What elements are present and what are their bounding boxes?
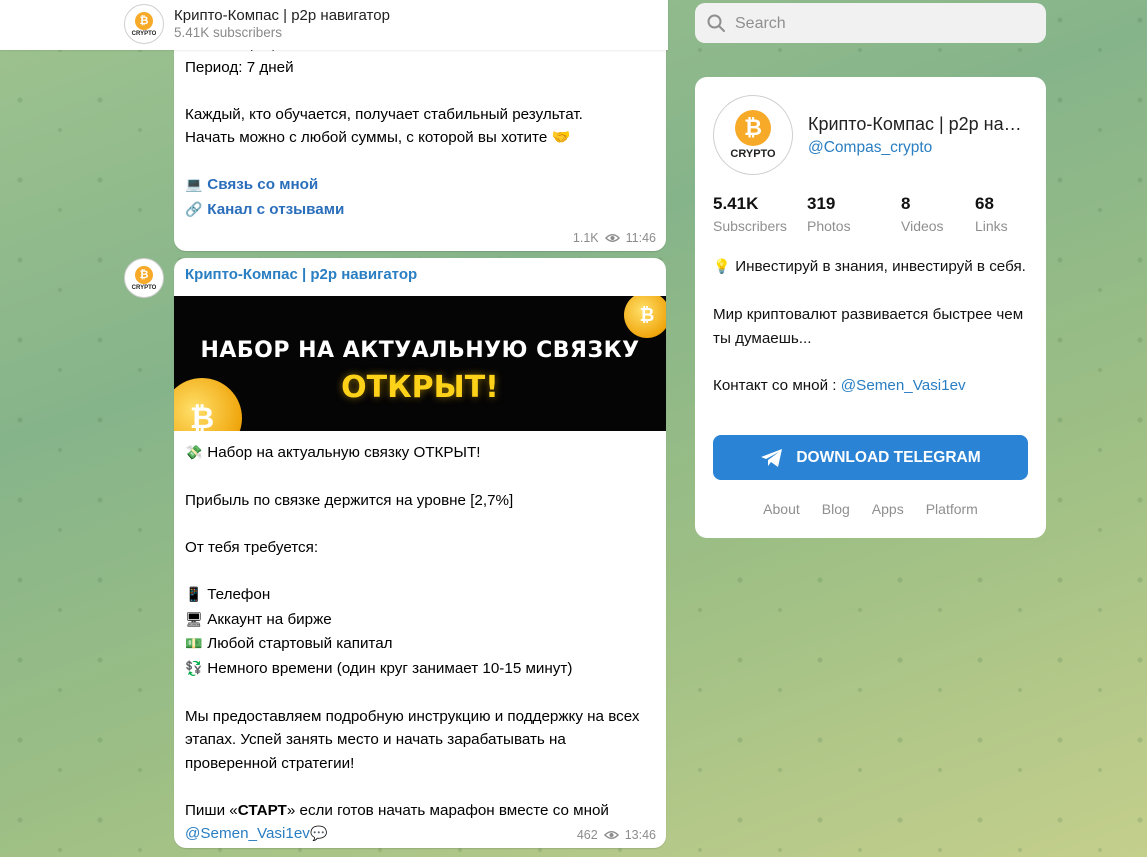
banner-headline: НАБОР НА АКТУАЛЬНУЮ СВЯЗКУ [200,338,640,363]
message-meta: 462 13:46 [577,828,656,842]
channel-avatar[interactable]: ₿ CRYPTO [124,4,164,44]
download-label: DOWNLOAD TELEGRAM [796,448,981,466]
channel-name: Крипто-Компас | p2p на… [808,114,1022,134]
bitcoin-icon: ₿ [735,110,771,146]
speech-bubble-icon: 💬 [310,826,328,842]
stat-label: Videos [901,218,944,234]
monitor-icon: 🖥 [185,611,203,628]
link-icon: 🔗 [185,201,203,218]
message-text: От тебя требуется: [185,539,319,556]
message-author[interactable]: Крипто-Компас | p2p навигатор [185,266,417,283]
requirement-item: Любой стартовый капитал [207,635,393,652]
footer-link-platform[interactable]: Platform [926,501,978,517]
message-text: Пиши « [185,801,238,819]
footer-link-about[interactable]: About [763,501,800,517]
channel-header[interactable]: ₿ CRYPTO Крипто-Компас | p2p навигатор 5… [0,0,668,50]
message-text: Каждый, кто обучается, получает стабильн… [185,105,583,123]
bitcoin-icon: ₿ [135,11,153,30]
channel-description: 💡 Инвестируй в знания, инвестируй в себя… [713,255,1033,397]
channel-title[interactable]: Крипто-Компас | p2p навигатор [174,7,390,24]
stat-value: 5.41K [713,194,759,213]
view-count: 462 [576,828,598,842]
stat-subscribers: 5.41K Subscribers [713,194,807,234]
laptop-icon: 💻 [185,177,203,193]
message-text-bold: СТАРТ [237,801,287,819]
stat-value: 8 [901,194,911,213]
stat-videos[interactable]: 8 Videos [901,194,975,234]
contact-mention-link[interactable]: @Semen_Vasi1ev [841,377,966,394]
search-input[interactable]: Search [695,3,1046,43]
description-text: Инвестируй в знания, инвестируй в себя. [735,258,1026,275]
stat-value: 319 [807,194,836,213]
message-body: 💸 Набор на актуальную связку ОТКРЫТ! При… [185,441,655,847]
footer-links: About Blog Apps Platform [695,501,1046,517]
view-count: 1.1K [572,231,599,245]
reviews-channel-link[interactable]: Канал с отзывами [207,201,344,218]
exchange-icon: 💱 [185,660,203,677]
stat-label: Photos [807,218,851,234]
download-telegram-button[interactable]: DOWNLOAD TELEGRAM [713,435,1028,480]
channel-stats: 5.41K Subscribers 319 Photos 8 Videos 68… [713,194,1069,234]
author-avatar[interactable]: ₿ CRYPTO [124,258,164,298]
money-icon: 💸 [185,445,203,461]
phone-icon: 📱 [185,587,203,603]
requirement-item: Телефон [207,586,271,603]
bitcoin-coin-icon: ₿ [624,296,666,338]
message-time: 11:46 [625,231,656,245]
avatar-caption: CRYPTO [131,284,157,291]
message-banner-image[interactable]: ₿ ₿ НАБОР НА АКТУАЛЬНУЮ СВЯЗКУ ОТКРЫТ! [174,296,666,431]
stat-label: Subscribers [713,218,787,234]
message-text: Начать можно с любой суммы, с которой вы… [185,129,571,146]
mention-link[interactable]: @Semen_Vasi1ev [185,825,310,842]
channel-info-panel: ₿ CRYPTO Крипто-Компас | p2p на… @Compas… [695,77,1046,538]
avatar-caption: CRYPTO [730,148,776,160]
telegram-plane-icon [761,448,783,467]
requirement-item: Немного времени (один круг занимает 10-1… [207,659,573,677]
message-text: » если готов начать марафон вместе со мн… [286,801,609,819]
bitcoin-icon: ₿ [135,265,153,284]
eye-icon [604,234,620,242]
search-placeholder: Search [735,15,786,32]
banner-subheadline: ОТКРЫТ! [341,370,499,405]
stat-photos[interactable]: 319 Photos [807,194,901,234]
banknote-icon: 💵 [185,636,203,652]
footer-link-apps[interactable]: Apps [872,501,904,517]
lightbulb-icon: 💡 [713,259,731,275]
stat-value: 68 [975,194,994,213]
channel-avatar-large[interactable]: ₿ CRYPTO [713,95,793,175]
requirement-item: Аккаунт на бирже [207,610,332,628]
message-text: Набор на актуальную связку ОТКРЫТ! [207,444,481,461]
channel-username-link[interactable]: @Compas_crypto [808,139,932,157]
eye-icon [603,831,619,839]
message-time: 13:46 [624,828,656,842]
avatar-caption: CRYPTO [131,30,157,37]
search-icon [707,14,725,32]
contact-link[interactable]: Связь со мной [207,176,318,193]
stat-links[interactable]: 68 Links [975,194,1069,234]
message-meta: 1.1K 11:46 [573,231,656,245]
message-text: Период: 7 дней [185,58,294,76]
subscriber-count: 5.41K subscribers [174,25,283,40]
message-text: Мы предоставляем подробную инструкцию и … [185,707,640,772]
contact-label: Контакт со мной : [713,376,841,394]
message-bubble: Чистый профит 1800$ Период: 7 дней Кажды… [174,35,666,251]
footer-link-blog[interactable]: Blog [822,501,850,517]
description-text: Мир криптовалют развивается быстрее чем … [713,306,1024,347]
message-text: Прибыль по связке держится на уровне [2,… [185,492,514,509]
message-bubble: Крипто-Компас | p2p навигатор ₿ ₿ НАБОР … [174,258,666,848]
stat-label: Links [975,218,1008,234]
